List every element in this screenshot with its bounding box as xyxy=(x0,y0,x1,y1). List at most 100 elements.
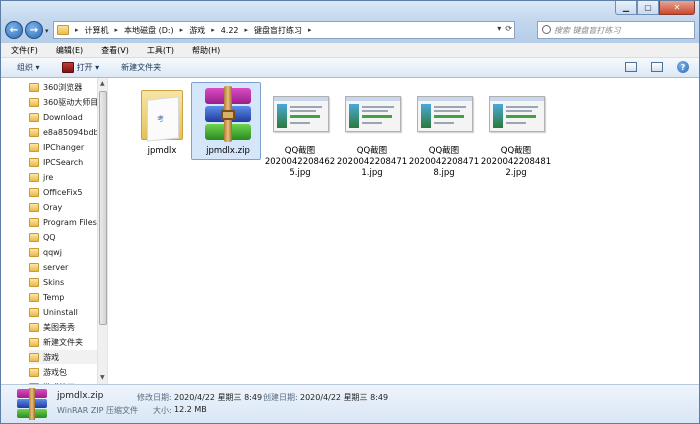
folder-icon xyxy=(29,232,39,242)
navigation-pane: 游戏补丁游戏包游戏新建文件夹美图秀秀UninstallTempSkinsserv… xyxy=(1,78,108,384)
nav-item[interactable]: Skins xyxy=(29,275,97,289)
folder-icon xyxy=(29,187,39,197)
nav-item-label: server xyxy=(43,262,69,272)
menu-help[interactable]: 帮助(H) xyxy=(192,45,220,56)
nav-item[interactable]: QQ xyxy=(29,230,97,244)
back-arrow-icon: ← xyxy=(9,24,19,36)
folder-icon xyxy=(29,367,39,377)
menu-file[interactable]: 文件(F) xyxy=(11,45,38,56)
nav-item[interactable]: qqwj xyxy=(29,245,97,259)
search-input[interactable]: 搜索 键盘盲打练习 xyxy=(537,21,695,39)
nav-item[interactable]: 360浏览器 xyxy=(29,80,97,94)
nav-item-label: 360浏览器 xyxy=(43,82,83,92)
file-name: jpmdlx.zip xyxy=(206,146,250,156)
file-name: QQ截图 2020042208471 1.jpg xyxy=(336,146,408,178)
organize-button[interactable]: 组织 ▾ xyxy=(17,62,40,73)
breadcrumb-item[interactable]: 4.22 ▸ xyxy=(221,26,248,35)
breadcrumb-item[interactable]: 游戏 ▸ xyxy=(189,25,215,36)
address-actions: ▾ ⟳ xyxy=(497,24,512,33)
nav-item-label: Program Files xyxy=(43,217,97,227)
folder-icon xyxy=(29,97,39,107)
breadcrumb-chevron-icon[interactable]: ▸ xyxy=(245,26,249,34)
breadcrumb-chevron-icon[interactable]: ▸ xyxy=(115,26,119,34)
folder-icon xyxy=(29,142,39,152)
image-thumbnail-icon xyxy=(487,84,545,142)
menu-edit[interactable]: 编辑(E) xyxy=(56,45,83,56)
help-icon[interactable]: ? xyxy=(677,61,689,73)
breadcrumb-item[interactable]: 计算机 ▸ xyxy=(85,25,119,36)
nav-item[interactable]: Program Files xyxy=(29,215,97,229)
nav-item[interactable]: jre xyxy=(29,170,97,184)
folder-icon xyxy=(29,307,39,317)
created-value: 2020/4/22 星期三 8:49 xyxy=(300,393,389,402)
change-view-icon[interactable] xyxy=(625,62,637,72)
image-thumbnail-icon xyxy=(343,84,401,142)
nav-item[interactable]: Oray xyxy=(29,200,97,214)
nav-item-label: Skins xyxy=(43,277,65,287)
folder-icon xyxy=(29,172,39,182)
close-button[interactable]: ✕ xyxy=(659,1,695,15)
folder-icon xyxy=(29,82,39,92)
file-item[interactable]: 考 jpmdlx xyxy=(127,82,197,157)
scrollbar-thumb[interactable] xyxy=(99,91,107,325)
folder-icon xyxy=(29,112,39,122)
file-item[interactable]: QQ截图 2020042208481 2.jpg xyxy=(481,82,551,179)
address-bar[interactable]: ▸ 计算机 ▸ 本地磁盘 (D:) ▸ 游戏 ▸ 4.22 ▸ 键盘盲打练习 ▸ ▾ ⟳ xyxy=(53,21,515,39)
nav-item[interactable]: 新建文件夹 xyxy=(29,335,97,349)
maximize-button[interactable]: ▢ xyxy=(637,1,659,15)
toolbar-right: ? xyxy=(625,61,689,73)
breadcrumb-chevron-icon[interactable]: ▸ xyxy=(308,26,312,34)
folder-icon xyxy=(29,127,39,137)
nav-item-label: QQ xyxy=(43,232,56,242)
nav-item[interactable]: server xyxy=(29,260,97,274)
nav-item[interactable]: IPCSearch xyxy=(29,155,97,169)
scroll-down-icon[interactable]: ▼ xyxy=(100,374,105,381)
size-value: 12.2 MB xyxy=(174,405,207,414)
nav-item[interactable]: Temp xyxy=(29,290,97,304)
file-item[interactable]: QQ截图 2020042208462 5.jpg xyxy=(265,82,335,179)
file-item[interactable]: QQ截图 2020042208471 8.jpg xyxy=(409,82,479,179)
new-folder-button[interactable]: 新建文件夹 xyxy=(121,62,161,73)
file-name: QQ截图 2020042208481 2.jpg xyxy=(480,146,552,178)
minimize-button[interactable]: ▁ xyxy=(615,1,637,15)
breadcrumb-item[interactable]: 本地磁盘 (D:) ▸ xyxy=(124,25,183,36)
nav-item[interactable]: 美图秀秀 xyxy=(29,320,97,334)
breadcrumb-chevron-icon[interactable]: ▸ xyxy=(75,26,79,34)
file-name: QQ截图 2020042208471 8.jpg xyxy=(408,146,480,178)
details-filename: jpmdlx.zip xyxy=(57,391,104,401)
search-icon xyxy=(542,25,551,34)
recent-pages-dropdown[interactable]: ▾ xyxy=(45,27,49,35)
nav-scrollbar[interactable]: ▲ ▼ xyxy=(97,78,107,384)
breadcrumb-chevron-icon[interactable]: ▸ xyxy=(211,26,215,34)
nav-item[interactable]: 游戏 xyxy=(29,350,97,364)
forward-button[interactable]: → xyxy=(25,21,43,39)
nav-item[interactable]: e8a85094bdb xyxy=(29,125,97,139)
nav-item[interactable]: 360驱动大师目 xyxy=(29,95,97,109)
file-name: jpmdlx xyxy=(147,146,177,156)
refresh-icon[interactable]: ⟳ xyxy=(505,24,512,33)
open-button[interactable]: 打开 ▾ xyxy=(61,62,99,73)
folder-icon xyxy=(29,202,39,212)
menu-tools[interactable]: 工具(T) xyxy=(147,45,174,56)
back-button[interactable]: ← xyxy=(5,21,23,39)
breadcrumb-chevron-icon[interactable]: ▸ xyxy=(180,26,184,34)
file-list: 考 jpmdlx jpmdlx.zip QQ截图 2020042208462 5.jpg Q… xyxy=(109,78,699,384)
scroll-up-icon[interactable]: ▲ xyxy=(100,80,105,87)
menu-view[interactable]: 查看(V) xyxy=(101,45,129,56)
file-item[interactable]: jpmdlx.zip xyxy=(191,82,263,160)
file-name: QQ截图 2020042208462 5.jpg xyxy=(264,146,336,178)
modified-label: 修改日期: xyxy=(137,393,172,402)
nav-item-label: OfficeFix5 xyxy=(43,187,83,197)
folder-icon xyxy=(29,322,39,332)
file-item[interactable]: QQ截图 2020042208471 1.jpg xyxy=(337,82,407,179)
command-bar: 组织 ▾ 打开 ▾ 新建文件夹 ? xyxy=(1,58,699,78)
nav-item[interactable]: Uninstall xyxy=(29,305,97,319)
address-dropdown-icon[interactable]: ▾ xyxy=(497,24,501,33)
breadcrumb-item[interactable]: 键盘盲打练习 ▸ xyxy=(254,25,312,36)
nav-item[interactable]: 游戏包 xyxy=(29,365,97,379)
nav-item[interactable]: IPChanger xyxy=(29,140,97,154)
nav-item[interactable]: OfficeFix5 xyxy=(29,185,97,199)
preview-pane-icon[interactable] xyxy=(651,62,663,72)
nav-item[interactable]: Download xyxy=(29,110,97,124)
nav-item-label: Oray xyxy=(43,202,63,212)
